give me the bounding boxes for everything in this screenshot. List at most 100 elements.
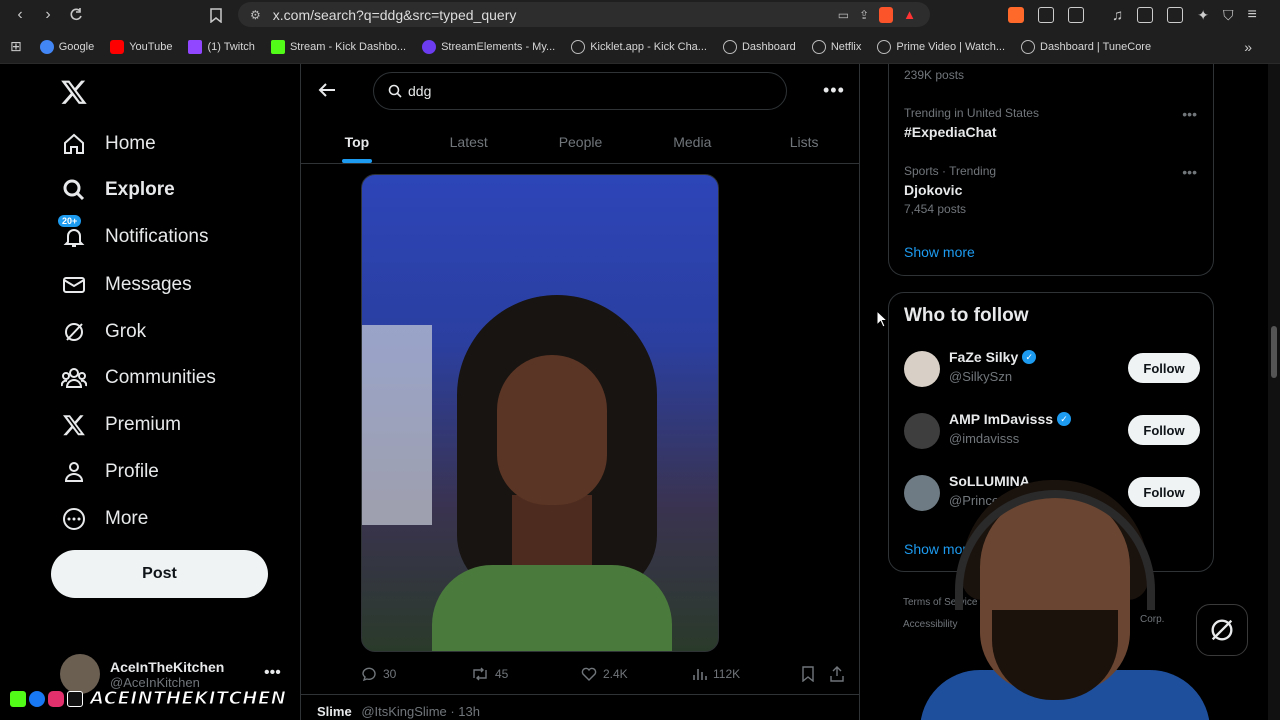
avatar [904, 475, 940, 511]
bookmark-prime-video[interactable]: Prime Video | Watch... [877, 39, 1005, 54]
screenshot-icon[interactable] [1068, 7, 1084, 23]
sidebar-icon[interactable] [1137, 7, 1154, 23]
nav-grok[interactable]: Grok [60, 314, 146, 350]
repost-button[interactable]: 45 [471, 666, 508, 682]
address-bar[interactable]: ⚙ x.com/search?q=ddg&src=typed_query ▭ ⇪… [238, 2, 930, 27]
nav-notifications[interactable]: 20+ Notifications [58, 215, 209, 255]
leo-icon[interactable]: ✦ [1197, 7, 1209, 24]
bookmark-youtube[interactable]: YouTube [110, 39, 172, 54]
tab-media[interactable]: Media [636, 120, 748, 163]
avatar [904, 413, 940, 449]
grok-floating-button[interactable] [1196, 604, 1248, 656]
views-button[interactable]: 112K [691, 666, 740, 682]
tab-latest[interactable]: Latest [413, 120, 525, 163]
nav-home[interactable]: Home [60, 126, 156, 162]
nav-premium[interactable]: Premium [60, 407, 181, 443]
reload-icon[interactable] [62, 1, 90, 29]
bookmark-google[interactable]: Google [39, 39, 94, 54]
grok-icon [60, 318, 88, 346]
bookmark-twitch[interactable]: (1) Twitch [188, 39, 255, 54]
share-icon[interactable]: ⇪ [859, 8, 869, 22]
extension-icon[interactable] [1008, 7, 1024, 23]
post-button[interactable]: Post [51, 550, 268, 598]
kick-icon [270, 39, 285, 54]
trend-post-count: 239K posts [904, 68, 965, 82]
reply-button[interactable]: 30 [361, 666, 396, 682]
like-button[interactable]: 2.4K [581, 666, 628, 682]
trend-more-icon[interactable]: ••• [1182, 164, 1197, 180]
site-info-icon[interactable]: ⚙ [250, 8, 261, 22]
verified-badge-icon: ✓ [1022, 350, 1037, 364]
bookmark-icon[interactable] [202, 1, 230, 29]
home-icon [60, 130, 88, 158]
share-tweet-button[interactable] [829, 666, 845, 682]
search-options-icon[interactable]: ••• [823, 80, 845, 101]
globe-icon [811, 39, 826, 54]
globe-icon [571, 39, 586, 54]
search-icon [60, 176, 88, 204]
x-icon [60, 411, 88, 439]
bookmark-kicklet[interactable]: Kicklet.app - Kick Cha... [571, 39, 707, 54]
nav-messages[interactable]: Messages [60, 267, 192, 303]
globe-icon [1021, 39, 1035, 54]
bookmark-streamelements[interactable]: StreamElements - My... [422, 39, 555, 54]
bookmarks-overflow-icon[interactable]: » [1244, 39, 1252, 55]
brave-shield-icon[interactable] [879, 6, 894, 23]
left-sidebar: Home Explore 20+ Notifications Messages … [0, 64, 300, 720]
wallet-icon[interactable] [1167, 7, 1184, 23]
scrollbar-thumb[interactable] [1271, 326, 1277, 378]
x-logo-icon[interactable] [60, 78, 90, 108]
reply-icon [362, 667, 376, 682]
page-scrollbar[interactable] [1268, 64, 1280, 720]
grok-icon [1211, 619, 1233, 641]
puzzle-icon[interactable] [1038, 7, 1054, 23]
bookmark-netflix[interactable]: Netflix [811, 39, 861, 54]
back-arrow-icon[interactable] [317, 80, 337, 100]
bookmark-dashboard[interactable]: Dashboard [722, 39, 796, 54]
browser-toolbar: ‹ › ⚙ x.com/search?q=ddg&src=typed_query… [0, 0, 1280, 30]
verified-badge-icon: ✓ [1057, 412, 1072, 426]
webcam-overlay [920, 470, 1210, 720]
install-icon[interactable]: ▭ [838, 8, 849, 22]
streamelements-icon [422, 39, 437, 54]
person-icon [60, 458, 88, 486]
instagram-icon [48, 690, 64, 707]
music-icon[interactable]: ♫ [1112, 7, 1123, 24]
twitch-icon [188, 39, 203, 54]
account-more-icon[interactable]: ••• [264, 664, 281, 682]
tab-lists[interactable]: Lists [748, 120, 860, 163]
tab-people[interactable]: People [525, 120, 637, 163]
youtube-icon [110, 39, 125, 54]
menu-icon[interactable]: ≡ [1247, 6, 1256, 24]
bookmark-kick[interactable]: Stream - Kick Dashbo... [270, 39, 406, 54]
repost-icon [473, 667, 487, 681]
nav-communities[interactable]: Communities [60, 360, 216, 396]
search-query: ddg [408, 83, 432, 99]
tweet-actions: 30 45 2.4K 112K [361, 664, 847, 684]
follow-button[interactable]: Follow [1128, 353, 1200, 383]
nav-explore[interactable]: Explore [60, 172, 175, 208]
nav-profile[interactable]: Profile [60, 454, 159, 490]
bookmark-tunecore[interactable]: Dashboard | TuneCore [1021, 39, 1151, 54]
follow-suggestion[interactable]: FaZe Silky ✓ @SilkySzn Follow [904, 347, 1200, 391]
forward-arrow-icon[interactable]: › [34, 1, 62, 29]
communities-icon [60, 364, 88, 392]
next-tweet-header[interactable]: Slime @ItsKingSlime · 13h [317, 704, 480, 719]
views-icon [693, 669, 707, 680]
stream-brand-overlay: ACEINTHEKITCHEN [10, 688, 286, 710]
trend-more-icon[interactable]: ••• [1182, 106, 1197, 122]
bookmark-tweet-button[interactable] [801, 666, 815, 682]
trends-show-more-link[interactable]: Show more [904, 244, 975, 260]
brave-rewards-icon[interactable]: ▲ [903, 7, 916, 22]
follow-button[interactable]: Follow [1128, 415, 1200, 445]
search-input[interactable]: ddg [373, 72, 787, 110]
back-arrow-icon[interactable]: ‹ [6, 1, 34, 29]
apps-grid-icon[interactable]: ⊞ [10, 38, 22, 55]
vpn-icon[interactable]: ⛉ [1223, 7, 1234, 24]
tweet-media-image[interactable] [361, 174, 719, 652]
nav-more[interactable]: More [60, 501, 148, 537]
follow-suggestion[interactable]: AMP ImDavisss ✓ @imdavisss Follow [904, 409, 1200, 453]
main-column: ddg ••• Top Latest People Media Lists 30… [300, 64, 860, 720]
tab-top[interactable]: Top [301, 120, 413, 163]
search-icon [388, 84, 402, 98]
